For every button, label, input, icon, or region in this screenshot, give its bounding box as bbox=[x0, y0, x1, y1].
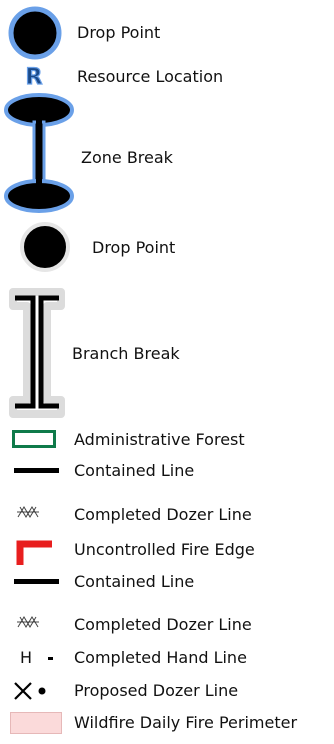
hand-line-dash bbox=[48, 657, 53, 660]
drop-point-blue-outline-icon bbox=[8, 6, 62, 60]
branch-break-icon bbox=[9, 288, 65, 418]
legend-label-drop-point: Drop Point bbox=[77, 23, 161, 42]
completed-hand-line-icon: H bbox=[20, 648, 60, 668]
completed-dozer-line-icon bbox=[17, 506, 39, 518]
proposed-dozer-line-icon bbox=[14, 682, 46, 700]
legend-label-wildfire-daily-fire-perimeter: Wildfire Daily Fire Perimeter bbox=[74, 713, 298, 732]
completed-dozer-line-icon bbox=[17, 616, 39, 628]
legend-label-contained-line-2: Contained Line bbox=[74, 572, 195, 591]
contained-line-icon bbox=[14, 468, 59, 473]
wildfire-daily-fire-perimeter-icon bbox=[10, 712, 62, 734]
drop-point-icon bbox=[20, 222, 70, 272]
legend-label-completed-hand-line: Completed Hand Line bbox=[74, 648, 247, 667]
legend-label-completed-dozer-line-2: Completed Dozer Line bbox=[74, 615, 252, 634]
legend-label-zone-break: Zone Break bbox=[81, 148, 173, 167]
hand-line-glyph: H bbox=[20, 648, 33, 667]
legend-label-contained-line: Contained Line bbox=[74, 461, 195, 480]
zone-break-icon bbox=[4, 93, 74, 213]
resource-location-glyph: R bbox=[26, 65, 43, 89]
legend-label-administrative-forest: Administrative Forest bbox=[74, 430, 245, 449]
administrative-forest-icon bbox=[12, 430, 56, 448]
legend-label-resource-location: Resource Location bbox=[77, 67, 224, 86]
legend-label-completed-dozer-line: Completed Dozer Line bbox=[74, 505, 252, 524]
resource-location-r-icon: R bbox=[25, 64, 43, 89]
uncontrolled-fire-edge-icon bbox=[16, 540, 52, 565]
legend-label-uncontrolled-fire-edge: Uncontrolled Fire Edge bbox=[74, 540, 255, 559]
contained-line-icon bbox=[14, 579, 59, 584]
legend-label-branch-break: Branch Break bbox=[72, 344, 180, 363]
legend-label-drop-point-2: Drop Point bbox=[92, 238, 176, 257]
legend-label-proposed-dozer-line: Proposed Dozer Line bbox=[74, 681, 239, 700]
